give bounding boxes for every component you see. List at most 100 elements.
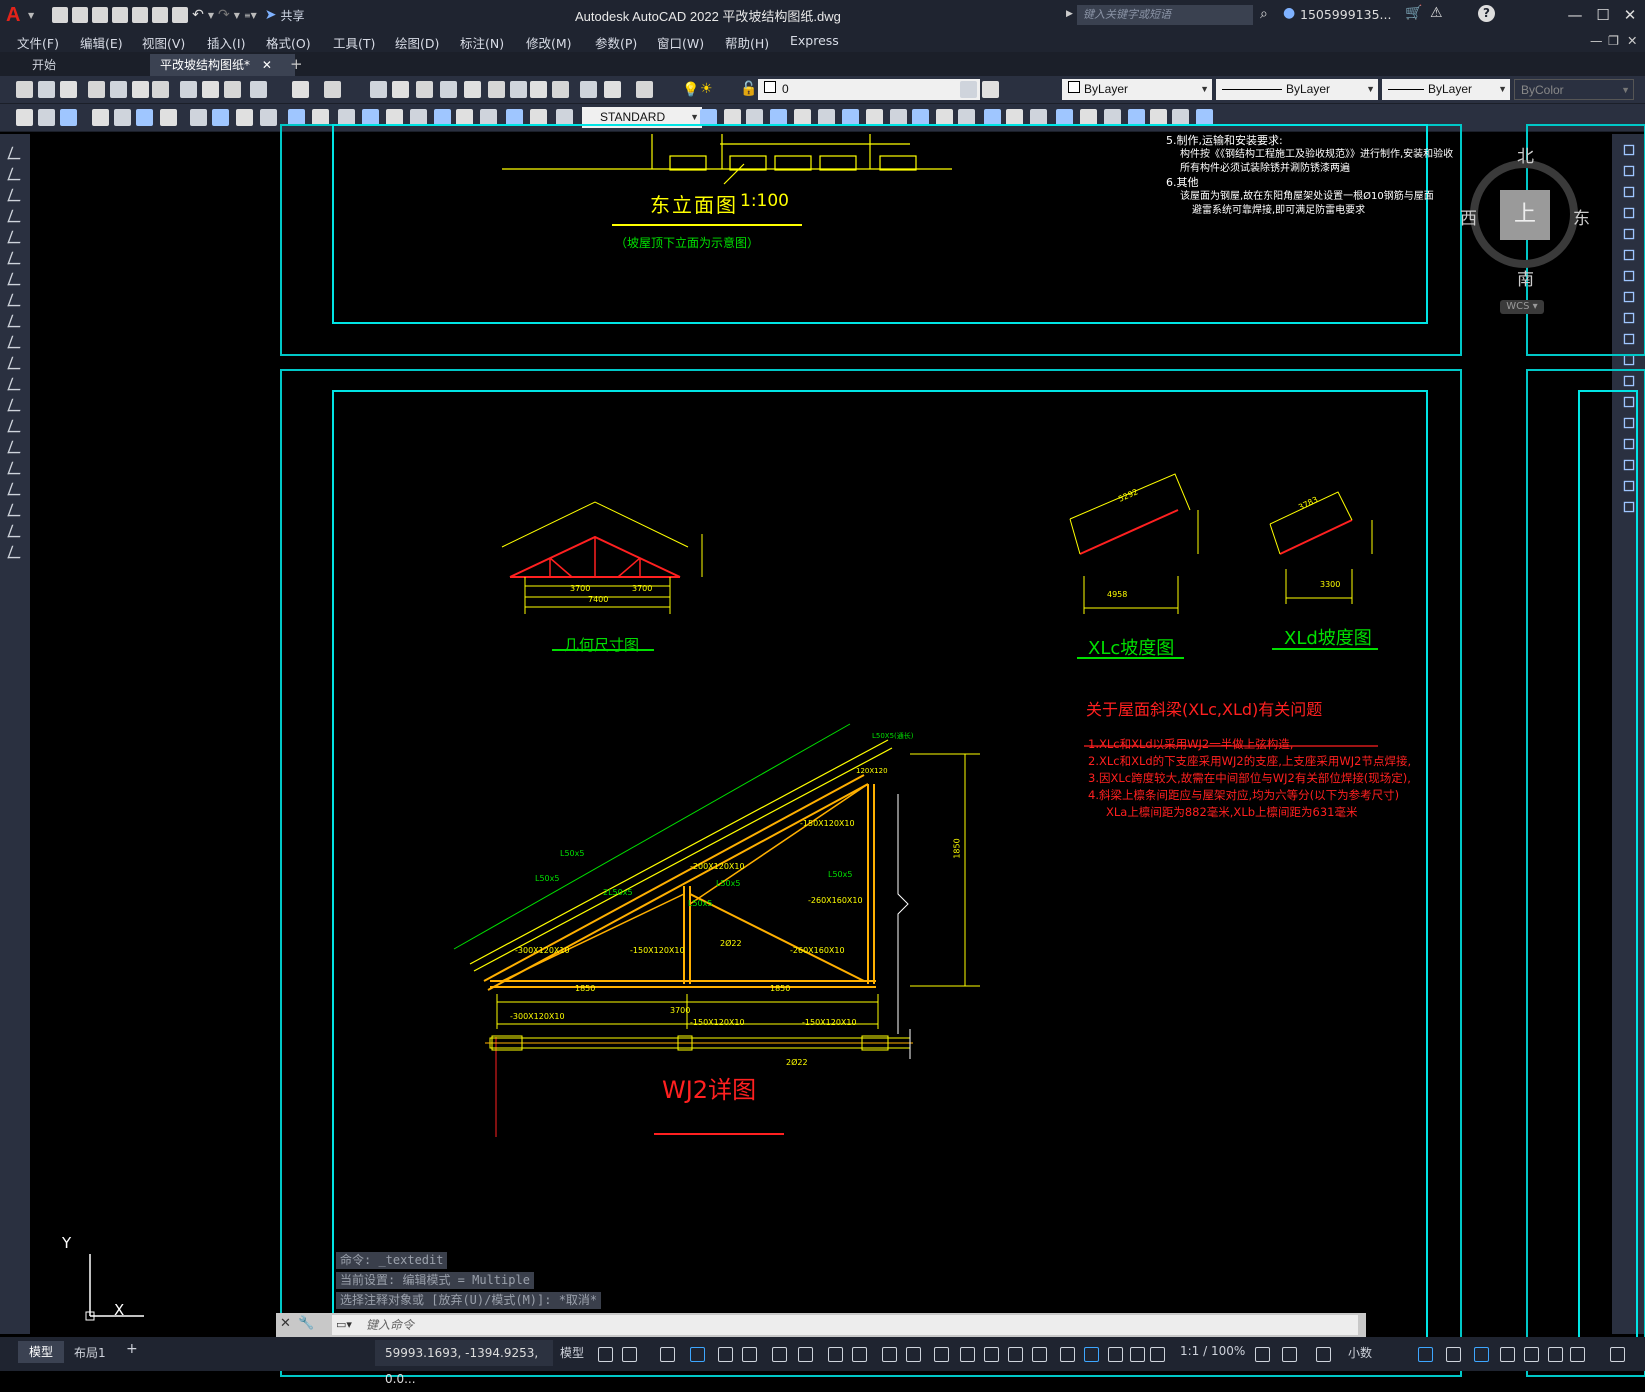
linetype-dropdown[interactable]: ByLayer ▼	[1216, 79, 1378, 100]
workspace-switch-icon[interactable]	[1255, 1347, 1270, 1362]
undo-icon[interactable]: ↶	[192, 7, 204, 23]
help-icon[interactable]	[604, 81, 621, 98]
doc-restore-icon[interactable]: ❐	[1608, 33, 1619, 48]
menu-help[interactable]: 帮助(H)	[725, 33, 769, 52]
menu-parametric[interactable]: 参数(P)	[595, 33, 637, 52]
dim-aligned-icon[interactable]	[38, 109, 55, 126]
rectangle-icon[interactable]	[7, 230, 25, 244]
new-tab-icon[interactable]: +	[290, 55, 303, 73]
wcs-menu[interactable]: WCS ▾	[1500, 300, 1544, 314]
annotation-scale[interactable]: 1:1 / 100%	[1180, 1344, 1245, 1358]
gizmo-icon[interactable]	[1008, 1347, 1023, 1362]
new-icon[interactable]	[52, 7, 69, 23]
table-icon[interactable]	[7, 503, 25, 517]
command-customize-icon[interactable]: 🔧	[298, 1316, 314, 1331]
web-open-icon[interactable]	[132, 7, 149, 23]
workspace-icon[interactable]	[1108, 1347, 1123, 1362]
calculator-icon[interactable]	[580, 81, 597, 98]
dim-baseline-icon[interactable]	[236, 109, 253, 126]
viewcube-west[interactable]: 西	[1460, 204, 1477, 229]
zoom-realtime-icon[interactable]	[392, 81, 409, 98]
isolate-icon[interactable]	[1474, 1347, 1489, 1362]
osnap-icon[interactable]	[828, 1347, 843, 1362]
command-recent-icon[interactable]: ▭▾	[336, 1318, 352, 1331]
layer-on-icon[interactable]: 💡	[682, 82, 699, 98]
layer-dropdown[interactable]: 0▼	[758, 79, 980, 100]
construction-line-icon[interactable]	[7, 167, 25, 181]
tab-start[interactable]: 开始	[22, 54, 162, 76]
polyline-icon[interactable]	[7, 188, 25, 202]
revision-cloud-icon[interactable]	[7, 293, 25, 307]
dim-jogged-icon[interactable]	[136, 109, 153, 126]
circle-icon[interactable]	[7, 272, 25, 286]
polygon-icon[interactable]	[7, 209, 25, 223]
make-block-icon[interactable]	[7, 398, 25, 412]
viewcube-south[interactable]: 南	[1517, 265, 1534, 290]
tool-palette-icon[interactable]	[510, 81, 527, 98]
menu-window[interactable]: 窗口(W)	[657, 33, 704, 52]
new-icon[interactable]	[16, 81, 33, 98]
help-icon[interactable]: ?	[1478, 5, 1495, 22]
search-input[interactable]: 键入关键字或短语	[1077, 5, 1253, 25]
quick-dim-icon[interactable]	[212, 109, 229, 126]
quick-properties-icon[interactable]	[1150, 1347, 1165, 1362]
markup-icon[interactable]	[552, 81, 569, 98]
selection-filter-icon[interactable]	[984, 1347, 999, 1362]
publish-icon[interactable]	[132, 81, 149, 98]
user-name[interactable]: 1505999135...	[1300, 7, 1391, 22]
layout-tab-layout1[interactable]: 布局1	[74, 1344, 106, 1361]
layer-current-icon[interactable]	[960, 81, 977, 98]
undo-icon[interactable]	[292, 81, 309, 98]
spline-icon[interactable]	[7, 314, 25, 328]
dynamic-input-icon[interactable]	[690, 1347, 705, 1362]
3d-print-icon[interactable]	[152, 81, 169, 98]
dim-continue-icon[interactable]	[260, 109, 277, 126]
layer-properties-icon[interactable]	[636, 81, 653, 98]
design-center-icon[interactable]	[488, 81, 505, 98]
paste-icon[interactable]	[224, 81, 241, 98]
menu-tools[interactable]: 工具(T)	[333, 33, 375, 52]
autodesk-a360-icon[interactable]: ⚠	[1430, 5, 1443, 21]
customize-qa-icon[interactable]: ≡▼	[244, 11, 257, 20]
print-icon[interactable]	[88, 81, 105, 98]
infer-icon[interactable]	[660, 1347, 675, 1362]
extend-icon[interactable]	[1623, 354, 1635, 366]
isodraft-icon[interactable]	[772, 1347, 787, 1362]
graphics-performance-icon[interactable]	[1500, 1347, 1515, 1362]
customize-icon[interactable]	[1548, 1347, 1563, 1362]
dynamic-ucs-icon[interactable]	[960, 1347, 975, 1362]
hardware-accel-icon[interactable]	[1570, 1347, 1585, 1362]
user-icon[interactable]: ●	[1283, 5, 1295, 21]
annotation-scale-icon[interactable]	[1084, 1347, 1099, 1362]
zoom-previous-icon[interactable]	[440, 81, 457, 98]
line-icon[interactable]	[7, 146, 25, 160]
lineweight-icon[interactable]	[852, 1347, 867, 1362]
save-as-icon[interactable]	[112, 7, 129, 23]
close-icon[interactable]: ✕	[1617, 4, 1643, 26]
layer-lock-icon[interactable]: 🔓	[740, 81, 757, 97]
search-expand-icon[interactable]: ▶	[1066, 9, 1073, 19]
save-icon[interactable]	[60, 81, 77, 98]
menu-draw[interactable]: 绘图(D)	[395, 33, 439, 52]
ortho-icon[interactable]	[718, 1347, 733, 1362]
viewcube-north[interactable]: 北	[1517, 142, 1534, 167]
command-close-icon[interactable]: ✕	[280, 1316, 291, 1331]
menu-dimension[interactable]: 标注(N)	[460, 33, 504, 52]
point-icon[interactable]	[7, 419, 25, 433]
tab-drawing[interactable]: 平改坡结构图纸* ✕	[150, 54, 295, 76]
print-icon[interactable]	[172, 7, 189, 23]
web-save-icon[interactable]	[152, 7, 169, 23]
layer-freeze-icon[interactable]: ☀	[700, 81, 713, 97]
coordinate-readout[interactable]: 59993.1693, -1394.9253, 0.0...	[375, 1340, 553, 1386]
cut-icon[interactable]	[180, 81, 197, 98]
properties-icon[interactable]	[464, 81, 481, 98]
dim-diameter-icon[interactable]	[160, 109, 177, 126]
viewcube-east[interactable]: 东	[1573, 204, 1590, 229]
quick-props-icon[interactable]	[1418, 1347, 1433, 1362]
add-selected-icon[interactable]	[7, 545, 25, 559]
grid-icon[interactable]	[598, 1347, 613, 1362]
tab-close-icon[interactable]: ✕	[262, 58, 272, 72]
menu-modify[interactable]: 修改(M)	[526, 33, 572, 52]
redo-icon[interactable]	[324, 81, 341, 98]
annotation-visibility-icon[interactable]	[1032, 1347, 1047, 1362]
